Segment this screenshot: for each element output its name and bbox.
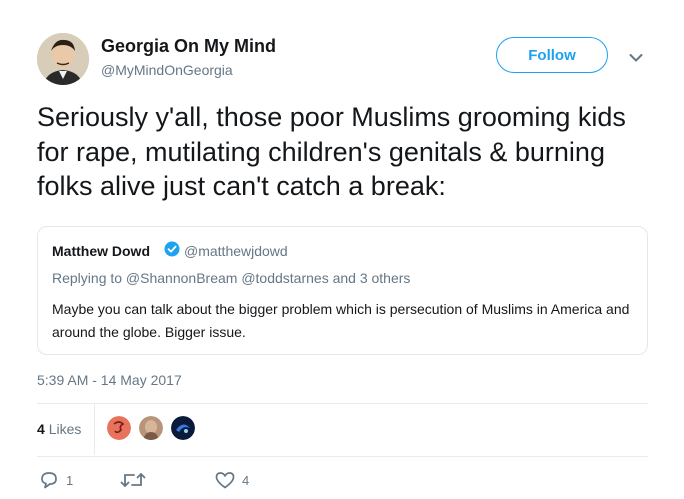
quoted-reply-context: Replying to @ShannonBream @toddstarnes a… (52, 270, 411, 286)
verified-badge-icon (164, 241, 180, 257)
liker-avatar[interactable] (171, 416, 195, 440)
liker-avatar[interactable] (107, 416, 131, 440)
liker-avatar[interactable] (139, 416, 163, 440)
author-avatar[interactable] (37, 33, 89, 85)
author-display-name[interactable]: Georgia On My Mind (101, 36, 276, 57)
quoted-tweet-text: Maybe you can talk about the bigger prob… (52, 301, 630, 340)
reply-action[interactable]: 1 (39, 470, 73, 490)
tweet-text: Seriously y'all, those poor Muslims groo… (37, 102, 626, 201)
reply-icon (41, 472, 57, 489)
quoted-author-name: Matthew Dowd (52, 243, 150, 259)
quoted-tweet-card[interactable]: Matthew Dowd @matthewjdowd Replying to @… (37, 226, 648, 355)
reply-count: 1 (66, 472, 74, 488)
divider-top (37, 403, 648, 404)
follow-button[interactable]: Follow (496, 37, 608, 73)
divider-bottom (37, 456, 648, 457)
like-action[interactable]: 4 (215, 470, 249, 490)
quoted-author-handle: @matthewjdowd (184, 243, 288, 259)
author-handle[interactable]: @MyMindOnGeorgia (101, 62, 233, 78)
like-count: 4 (242, 472, 250, 488)
likes-label: Likes (48, 421, 82, 437)
likes-number: 4 (37, 421, 45, 437)
likes-count[interactable]: 4 Likes (37, 421, 81, 437)
tweet-timestamp[interactable]: 5:39 AM - 14 May 2017 (37, 372, 182, 388)
retweet-icon (120, 473, 146, 487)
heart-icon (215, 472, 235, 489)
chevron-down-icon[interactable] (629, 50, 643, 62)
retweet-action[interactable] (120, 470, 153, 490)
likes-separator (94, 404, 95, 455)
